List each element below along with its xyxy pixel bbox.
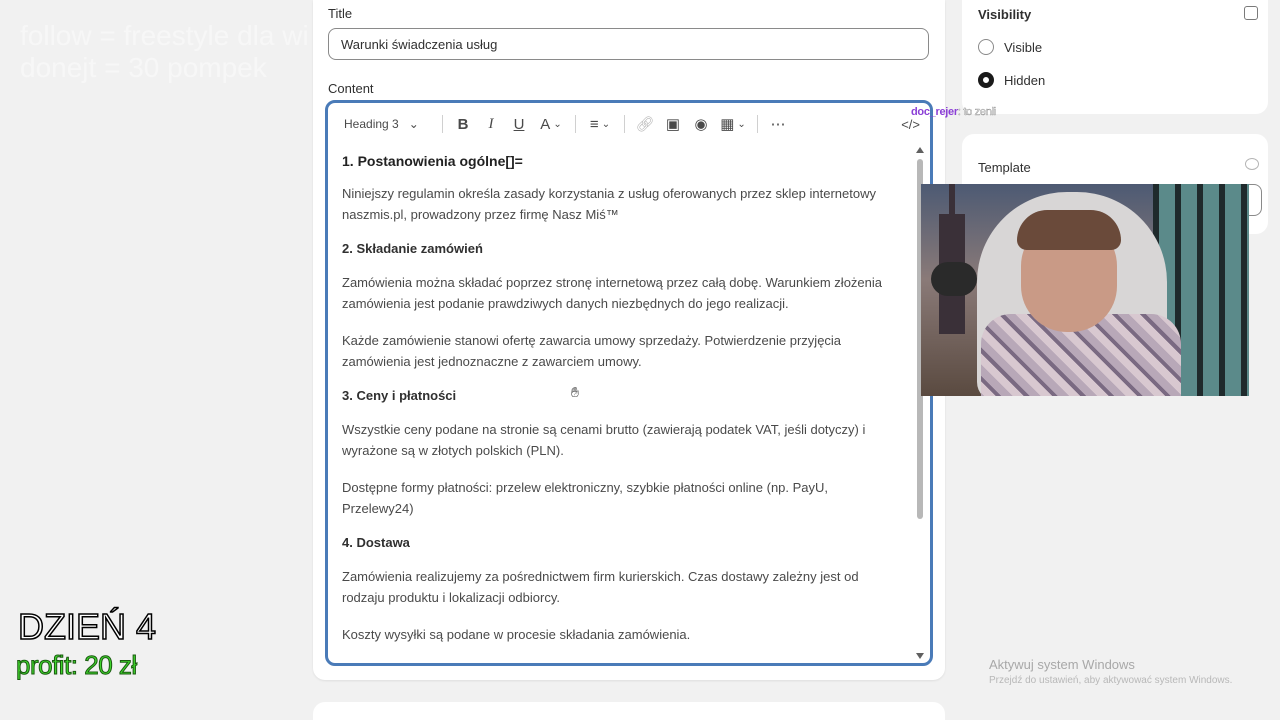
text-color-icon[interactable]: A ⌄ [533,111,569,137]
microphone-icon [931,262,977,296]
link-icon[interactable]: 🔗︎ [631,111,659,137]
paragraph-4: Wszystkie ceny podane na stronie są cena… [342,422,866,458]
bold-icon[interactable]: B [449,111,477,137]
visibility-option-label: Hidden [1004,72,1046,88]
profit-counter: profit: 20 zł [16,650,138,681]
heading-select[interactable]: Heading 3 ⌄ [344,111,436,137]
underline-icon[interactable]: U [505,111,533,137]
paragraph-2: Zamówienia można składać poprzez stronę … [342,275,883,311]
italic-icon[interactable]: I [477,111,505,137]
section-heading-1: 1. Postanowienia ogólne[]= [342,153,523,169]
align-icon[interactable]: ≡ ⌄ [582,111,618,137]
webcam-overlay [921,184,1249,396]
windows-activation-subtitle: Przejdź do ustawień, aby aktywować syste… [989,675,1233,686]
eye-icon[interactable] [1245,158,1259,170]
section-heading-3: 3. Ceny i płatności [342,388,457,403]
toolbar-divider [442,115,443,133]
chat-username: doc_rejer [911,106,958,118]
table-icon[interactable]: ▦ ⌄ [715,111,751,137]
editor-toolbar: Heading 3 ⌄ B I U A ⌄ ≡ ⌄ 🔗︎ ▣ ◉ ▦ ⌄ ⋯ </> [328,103,930,145]
visibility-option-hidden[interactable]: Hidden [978,72,1045,88]
section-heading-4: 4. Dostawa [342,535,410,550]
overlay-follow-text: follow = freestyle dla wi [20,20,309,51]
scroll-up-arrow-icon[interactable] [916,147,924,153]
overlay-donate-text: donejt = 30 pompek [20,52,267,83]
template-label: Template [978,160,1031,175]
more-icon[interactable]: ⋯ [764,111,792,137]
paragraph-5: Dostępne formy płatności: przelew elektr… [342,480,829,516]
radio-hidden[interactable] [978,72,994,88]
scroll-down-arrow-icon[interactable] [916,653,924,659]
section-heading-2: 2. Składanie zamówień [342,241,483,256]
stream-overlay-text: follow = freestyle dla wi donejt = 30 po… [20,20,309,84]
paragraph-6: Zamówienia realizujemy za pośrednictwem … [342,569,859,605]
image-icon[interactable]: ▣ [659,111,687,137]
toolbar-divider [757,115,758,133]
paragraph-1: Niniejszy regulamin określa zasady korzy… [342,186,876,222]
visibility-option-label: Visible [1004,39,1043,55]
chat-message: doc_rejer: to zenli [911,106,996,118]
chat-text: : to zenli [957,106,997,118]
visibility-title: Visibility [978,7,1032,22]
hand-cursor-icon: ✋︎ [571,384,579,400]
video-icon[interactable]: ◉ [687,111,715,137]
editor-content[interactable]: 1. Postanowienia ogólne[]= Niniejszy reg… [342,153,902,661]
visibility-option-visible[interactable]: Visible [978,39,1042,55]
title-label: Title [328,6,353,21]
chevron-down-icon: ⌄ [408,117,419,131]
title-input[interactable] [328,28,929,60]
calendar-icon[interactable] [1244,6,1258,20]
next-card [313,702,945,720]
paragraph-7: Koszty wysyłki są podane w procesie skła… [342,627,691,642]
toolbar-divider [624,115,625,133]
day-counter: DZIEŃ 4 [17,605,157,648]
hair [1017,210,1121,250]
rich-text-editor[interactable]: Heading 3 ⌄ B I U A ⌄ ≡ ⌄ 🔗︎ ▣ ◉ ▦ ⌄ ⋯ </> … [325,100,933,666]
paragraph-3: Każde zamówienie stanowi ofertę zawarcia… [342,333,842,369]
windows-activation-title: Aktywuj system Windows [989,657,1135,672]
toolbar-divider [575,115,576,133]
heading-select-label: Heading 3 [344,117,399,131]
radio-visible[interactable] [978,39,994,55]
content-label: Content [328,81,374,96]
